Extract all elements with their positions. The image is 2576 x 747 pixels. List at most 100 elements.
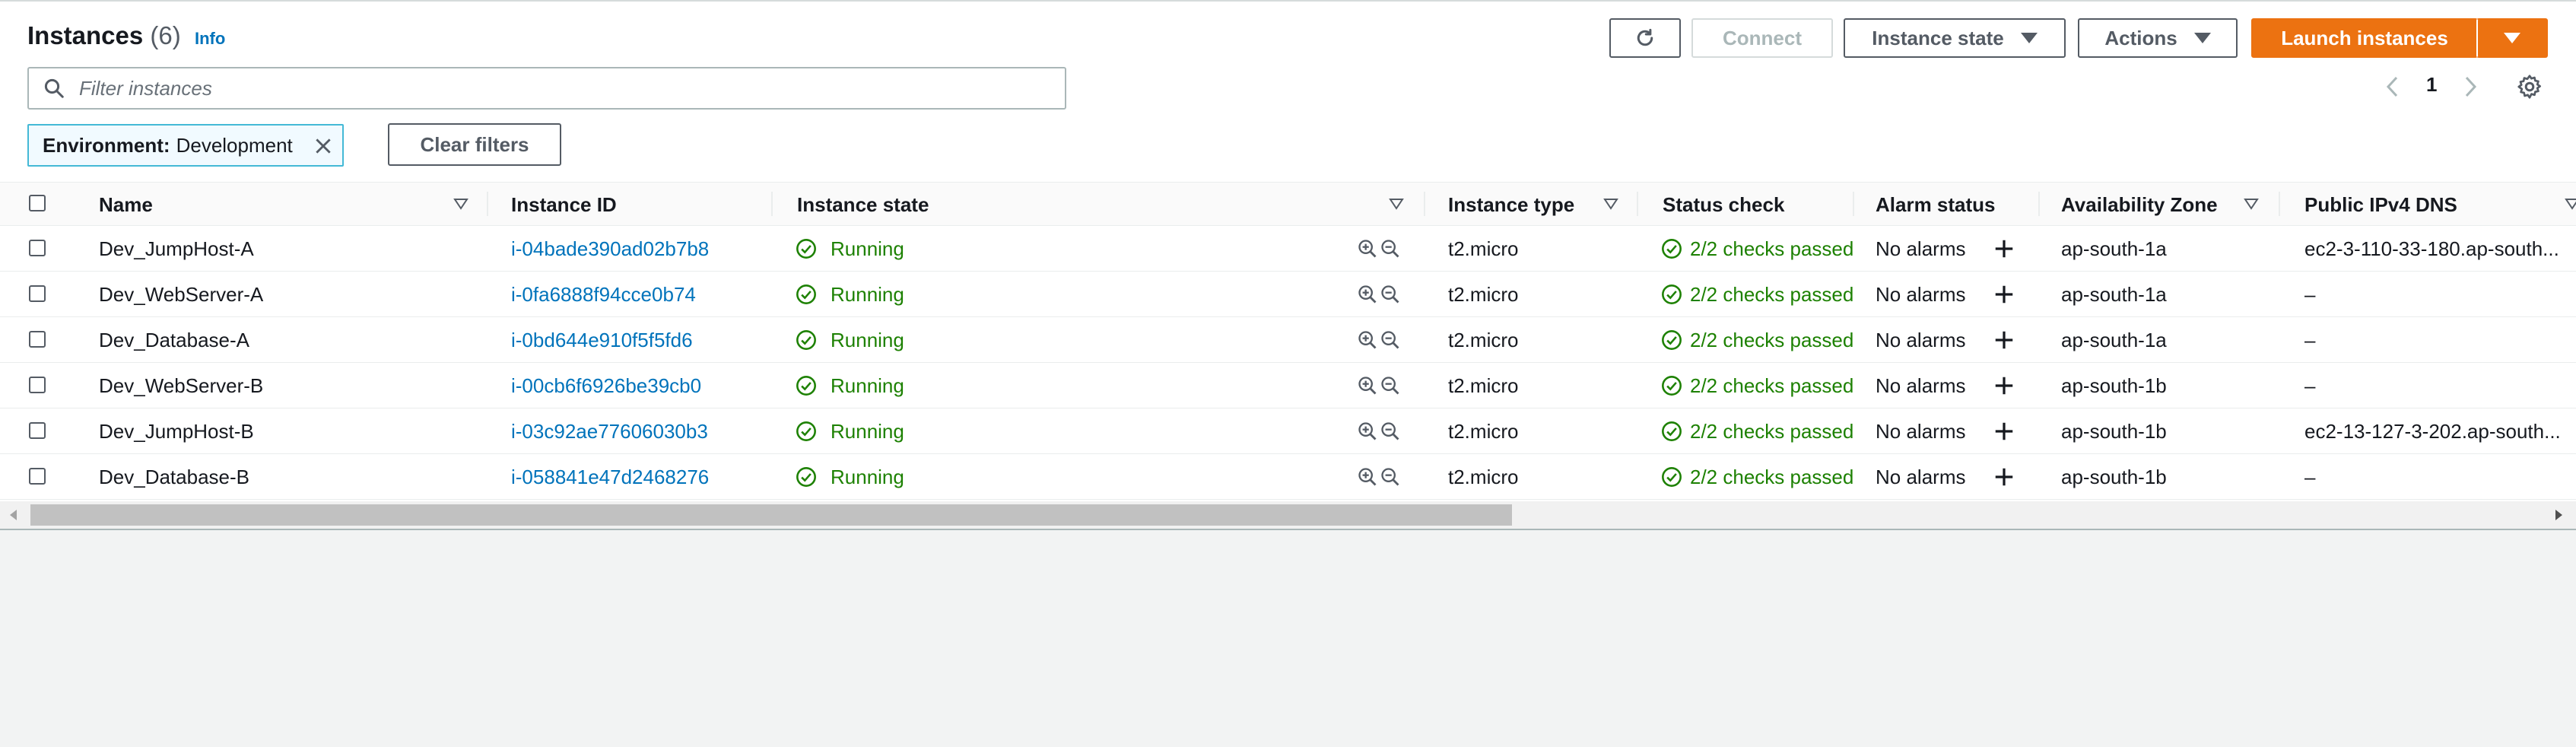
row-checkbox[interactable] (29, 285, 46, 302)
instance-type-value: t2.micro (1448, 329, 1519, 351)
instance-id-link[interactable]: i-04bade390ad02b7b8 (511, 237, 709, 261)
instance-id-link[interactable]: i-058841e47d2468276 (511, 466, 709, 489)
page-number[interactable]: 1 (2426, 73, 2437, 97)
zoom-out-icon[interactable] (1380, 329, 1401, 351)
column-header-instance-id[interactable]: Instance ID (511, 193, 617, 217)
sort-icon[interactable] (453, 198, 469, 210)
zoom-out-icon[interactable] (1380, 238, 1401, 259)
add-alarm-plus-icon[interactable] (1993, 374, 2015, 397)
zoom-in-icon[interactable] (1357, 421, 1378, 442)
check-circle-icon (1662, 376, 1682, 396)
instance-id-link[interactable]: i-0fa6888f94cce0b74 (511, 283, 696, 307)
table-row[interactable]: Dev_WebServer-B i-00cb6f6926be39cb0 Runn… (0, 362, 2576, 408)
table-row[interactable]: Dev_JumpHost-B i-03c92ae77606030b3 Runni… (0, 408, 2576, 454)
sort-icon[interactable] (1603, 198, 1618, 210)
row-checkbox[interactable] (29, 240, 46, 256)
connect-button[interactable]: Connect (1691, 18, 1833, 58)
horizontal-scrollbar[interactable] (0, 501, 2576, 529)
scroll-left-icon[interactable] (8, 509, 20, 521)
status-check-value[interactable]: 2/2 checks passed (1690, 420, 1853, 443)
column-header-instance-type[interactable]: Instance type (1448, 193, 1574, 217)
sort-icon[interactable] (1389, 198, 1404, 210)
column-divider[interactable] (2038, 192, 2040, 216)
search-box[interactable] (27, 67, 1066, 110)
refresh-icon (1637, 28, 1653, 46)
scrollbar-thumb[interactable] (30, 504, 1512, 526)
row-checkbox[interactable] (29, 468, 46, 485)
column-header-name[interactable]: Name (99, 193, 153, 217)
column-header-instance-state[interactable]: Instance state (797, 193, 929, 217)
zoom-in-icon[interactable] (1357, 466, 1378, 488)
public-dns-value: – (2304, 374, 2316, 397)
public-dns-value: – (2304, 466, 2316, 488)
row-checkbox[interactable] (29, 331, 46, 348)
column-header-availability-zone[interactable]: Availability Zone (2061, 193, 2218, 217)
info-link[interactable]: Info (195, 29, 225, 49)
zoom-out-icon[interactable] (1380, 375, 1401, 396)
zoom-out-icon[interactable] (1380, 284, 1401, 305)
add-alarm-plus-icon[interactable] (1993, 466, 2015, 488)
alarm-status-value: No alarms (1876, 374, 1966, 397)
status-check-value[interactable]: 2/2 checks passed (1690, 237, 1853, 261)
table-row[interactable]: Dev_JumpHost-A i-04bade390ad02b7b8 Runni… (0, 225, 2576, 272)
availability-zone-value: ap-south-1a (2061, 237, 2167, 260)
next-page-icon[interactable] (2463, 75, 2478, 98)
column-divider[interactable] (487, 192, 488, 216)
column-header-status-check[interactable]: Status check (1663, 193, 1784, 217)
column-divider[interactable] (771, 192, 773, 216)
add-alarm-plus-icon[interactable] (1993, 420, 2015, 443)
table-row[interactable]: Dev_Database-B i-058841e47d2468276 Runni… (0, 453, 2576, 500)
filter-chip: Environment: Development (27, 124, 344, 167)
check-circle-icon (1662, 421, 1682, 441)
settings-gear-icon[interactable] (2516, 73, 2543, 100)
zoom-in-icon[interactable] (1357, 329, 1378, 351)
filter-chip-value: Development (176, 133, 293, 157)
column-divider[interactable] (1853, 192, 1854, 216)
clear-filters-button[interactable]: Clear filters (388, 123, 561, 166)
column-header-alarm-status[interactable]: Alarm status (1876, 193, 1996, 217)
instance-id-link[interactable]: i-03c92ae77606030b3 (511, 420, 708, 443)
zoom-in-icon[interactable] (1357, 238, 1378, 259)
add-alarm-plus-icon[interactable] (1993, 283, 2015, 306)
status-check-value[interactable]: 2/2 checks passed (1690, 466, 1853, 489)
zoom-in-icon[interactable] (1357, 284, 1378, 305)
table-row[interactable]: Dev_WebServer-A i-0fa6888f94cce0b74 Runn… (0, 271, 2576, 317)
filter-chip-key: Environment: (43, 133, 170, 157)
check-circle-icon (796, 284, 816, 304)
column-divider[interactable] (1424, 192, 1425, 216)
zoom-out-icon[interactable] (1380, 466, 1401, 488)
caret-down-icon (2504, 33, 2520, 43)
status-check-value[interactable]: 2/2 checks passed (1690, 329, 1853, 352)
status-check-value[interactable]: 2/2 checks passed (1690, 374, 1853, 398)
scroll-right-icon[interactable] (2552, 509, 2565, 521)
column-header-public-ipv4-dns[interactable]: Public IPv4 DNS (2304, 193, 2457, 217)
refresh-button[interactable] (1609, 18, 1681, 58)
add-alarm-plus-icon[interactable] (1993, 237, 2015, 260)
status-check-value[interactable]: 2/2 checks passed (1690, 283, 1853, 307)
instance-state-value: Running (831, 329, 904, 351)
sort-icon[interactable] (2244, 198, 2259, 210)
select-all-checkbox[interactable] (29, 195, 46, 211)
launch-dropdown-button[interactable] (2476, 18, 2548, 58)
table-row[interactable]: Dev_Database-A i-0bd644e910f5f5fd6 Runni… (0, 316, 2576, 363)
search-input[interactable] (78, 75, 1031, 101)
previous-page-icon[interactable] (2385, 75, 2400, 98)
check-circle-icon (1662, 467, 1682, 487)
instance-id-link[interactable]: i-0bd644e910f5f5fd6 (511, 329, 693, 352)
sort-icon[interactable] (2565, 198, 2576, 210)
close-icon[interactable] (313, 136, 333, 156)
instance-count: (6) (150, 21, 181, 49)
zoom-out-icon[interactable] (1380, 421, 1401, 442)
row-checkbox[interactable] (29, 422, 46, 439)
row-checkbox[interactable] (29, 377, 46, 393)
launch-instances-button[interactable]: Launch instances (2251, 18, 2478, 58)
column-divider[interactable] (2279, 192, 2280, 216)
instance-id-link[interactable]: i-00cb6f6926be39cb0 (511, 374, 701, 398)
alarm-status-value: No alarms (1876, 283, 1966, 306)
zoom-in-icon[interactable] (1357, 375, 1378, 396)
caret-down-icon (2020, 33, 2038, 43)
instance-state-button[interactable]: Instance state (1844, 18, 2066, 58)
column-divider[interactable] (1637, 192, 1638, 216)
add-alarm-plus-icon[interactable] (1993, 329, 2015, 351)
actions-button[interactable]: Actions (2078, 18, 2238, 58)
